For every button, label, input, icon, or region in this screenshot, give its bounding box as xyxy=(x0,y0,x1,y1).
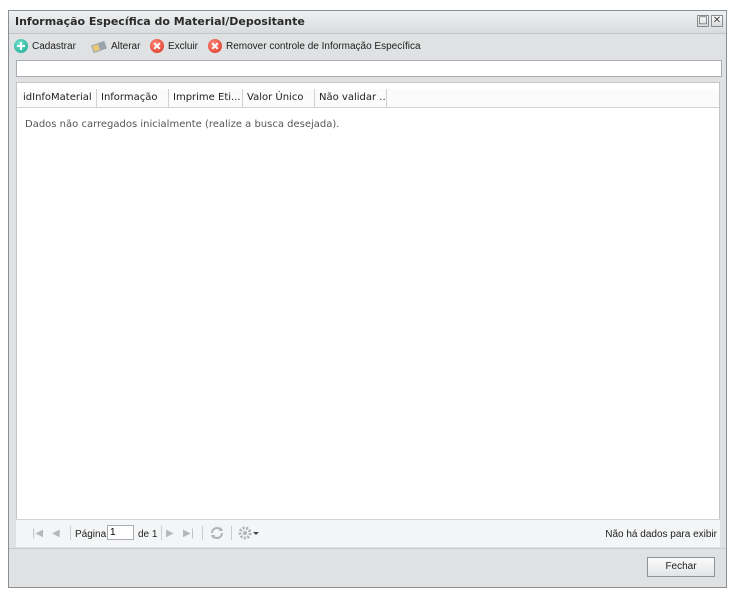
remove-label: Remover controle de Informação Específic… xyxy=(226,40,421,52)
edit-label: Alterar xyxy=(111,40,141,52)
toolbar: Cadastrar Alterar Excluir Remover contro… xyxy=(9,34,726,56)
data-grid: idInfoMaterial Informação Imprime Eti...… xyxy=(16,82,720,547)
column-valor-unico[interactable]: Valor Único xyxy=(243,89,315,107)
column-imprime-etiqueta[interactable]: Imprime Eti... xyxy=(169,89,243,107)
refresh-icon[interactable] xyxy=(209,525,225,544)
grid-header: idInfoMaterial Informação Imprime Eti...… xyxy=(17,89,719,108)
add-icon xyxy=(14,39,28,53)
close-dialog-button[interactable]: Fechar xyxy=(647,557,715,577)
page-count: de 1 xyxy=(138,529,158,540)
empty-grid-message: Dados não carregados inicialmente (reali… xyxy=(25,119,340,130)
column-informacao[interactable]: Informação xyxy=(97,89,169,107)
edit-icon xyxy=(91,39,107,54)
search-input[interactable] xyxy=(16,60,722,77)
delete-label: Excluir xyxy=(168,40,199,52)
add-label: Cadastrar xyxy=(32,40,76,52)
edit-button[interactable]: Alterar xyxy=(91,38,140,54)
last-page-icon[interactable]: ▶| xyxy=(183,528,194,539)
window-title: Informação Específica do Material/Deposi… xyxy=(15,15,305,28)
delete-button[interactable]: Excluir xyxy=(150,38,198,54)
prev-page-icon[interactable]: ◀ xyxy=(52,528,60,539)
column-nao-validar[interactable]: Não validar ... xyxy=(315,89,387,107)
close-button[interactable]: ✕ xyxy=(711,15,723,27)
paging-status: Não há dados para exibir xyxy=(605,529,717,540)
first-page-icon[interactable]: |◀ xyxy=(32,528,43,539)
separator xyxy=(70,526,71,540)
add-button[interactable]: Cadastrar xyxy=(14,38,76,54)
next-page-icon[interactable]: ▶ xyxy=(166,528,174,539)
restore-button[interactable]: □ xyxy=(697,15,709,27)
dialog-window: Informação Específica do Material/Deposi… xyxy=(8,10,727,588)
separator xyxy=(202,526,203,540)
remove-icon xyxy=(208,39,222,53)
title-bar[interactable]: Informação Específica do Material/Deposi… xyxy=(9,11,726,34)
page-number-input[interactable] xyxy=(107,525,134,540)
separator xyxy=(231,526,232,540)
remove-control-button[interactable]: Remover controle de Informação Específic… xyxy=(208,38,421,54)
gear-icon[interactable] xyxy=(238,526,262,543)
paging-toolbar: |◀ ◀ Página de 1 ▶ ▶| Não há dados para xyxy=(16,519,720,547)
footer-divider xyxy=(9,548,726,549)
page-label: Página xyxy=(75,529,107,540)
delete-icon xyxy=(150,39,164,53)
separator xyxy=(161,526,162,540)
column-idinfomaterial[interactable]: idInfoMaterial xyxy=(19,89,97,107)
